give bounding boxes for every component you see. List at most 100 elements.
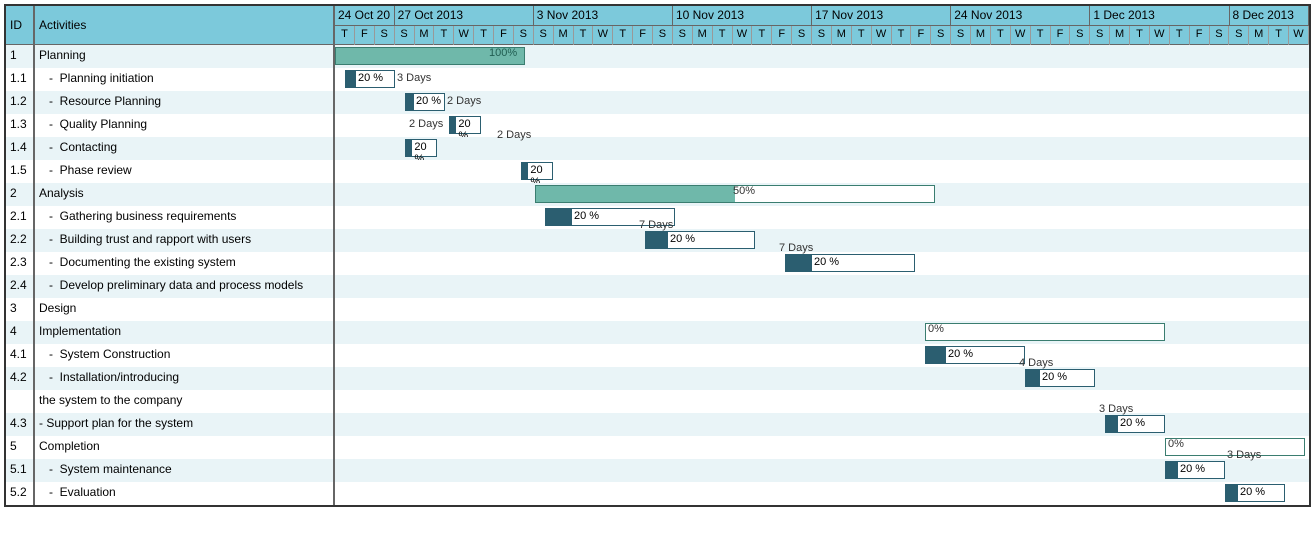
day-label: T [335,26,355,45]
day-label: W [733,26,753,45]
chart-area: 50% [335,183,1309,206]
day-label: T [1170,26,1190,45]
row-activity: - Phase review [35,160,335,183]
row-activity: the system to the company [35,390,335,413]
task-progress-fill [1226,485,1238,501]
chart-area: 100% [335,45,1309,68]
week-label: 8 Dec 2013 [1230,6,1310,25]
day-label: S [673,26,693,45]
day-label: F [494,26,514,45]
day-label: S [375,26,395,45]
task-bar: 20 % [1025,369,1095,387]
task-progress-fill [406,94,414,110]
row-activity: - Evaluation [35,482,335,505]
day-label: W [593,26,613,45]
day-label: W [1150,26,1170,45]
day-label: W [454,26,474,45]
day-label: T [613,26,633,45]
gantt-row: 1Planning 100% [6,45,1309,68]
task-duration-label: 7 Days [639,219,673,231]
day-label: S [951,26,971,45]
week-label: 24 Nov 2013 [951,6,1090,25]
row-activity: - Resource Planning [35,91,335,114]
day-label: S [395,26,415,45]
row-id: 1 [6,45,35,68]
chart-area: 20 %2 Days [335,91,1309,114]
task-duration-label: 2 Days [409,118,443,130]
task-bar: 20 % [645,231,755,249]
day-label: M [971,26,991,45]
chart-area: 0% [335,436,1309,459]
row-id: 5.2 [6,482,35,505]
task-pct: 20 % [1120,417,1145,429]
row-id: 5.1 [6,459,35,482]
gantt-row: 1.1 - Planning initiation20 %3 Days [6,68,1309,91]
day-label: T [991,26,1011,45]
day-label: F [355,26,375,45]
task-duration-label: 2 Days [447,95,481,107]
chart-area: 20 % 2 Days [335,114,1309,137]
row-id: 1.2 [6,91,35,114]
chart-area [335,275,1309,298]
day-label: F [633,26,653,45]
day-label: T [474,26,494,45]
day-label: T [1130,26,1150,45]
task-progress-fill [1106,416,1118,432]
day-label: S [653,26,673,45]
task-bar: 20 % [345,70,395,88]
chart-area: 20 %2 Days [335,137,1309,160]
day-label: T [574,26,594,45]
day-label: T [892,26,912,45]
row-activity: - Gathering business requirements [35,206,335,229]
row-activity: - System Construction [35,344,335,367]
summary-pct: 0% [928,323,944,335]
day-label: F [772,26,792,45]
day-label: T [434,26,454,45]
gantt-row: 5.2 - Evaluation 20 % [6,482,1309,505]
gantt-row: 1.5 - Phase review20 % [6,160,1309,183]
row-id: 4.3 [6,413,35,436]
chart-area [335,298,1309,321]
chart-area: 20 % [335,482,1309,505]
day-label: F [911,26,931,45]
task-bar: 20 % [1165,461,1225,479]
gantt-row: 2.2 - Building trust and rapport with us… [6,229,1309,252]
summary-pct: 100% [489,47,517,59]
day-label: T [1269,26,1289,45]
day-label: M [415,26,435,45]
row-activity: Planning [35,45,335,68]
week-row: 24 Oct 2027 Oct 20133 Nov 201310 Nov 201… [335,6,1309,25]
row-id: 1.1 [6,68,35,91]
day-label: W [1289,26,1309,45]
chart-area: 20 %7 Days [335,229,1309,252]
gantt-row: 5Completion0% [6,436,1309,459]
row-id: 4.1 [6,344,35,367]
gantt-row: 2.3 - Documenting the existing system20 … [6,252,1309,275]
task-pct: 20 % [358,72,383,84]
task-bar: 20 % [449,116,481,134]
row-activity: Analysis [35,183,335,206]
task-duration-label: 3 Days [1099,403,1133,415]
gantt-row: 4.2 - Installation/introducing20 %4 Days [6,367,1309,390]
row-id: 4 [6,321,35,344]
summary-pct: 50% [733,185,755,197]
summary-pct: 0% [1168,438,1184,450]
task-progress-fill [1166,462,1178,478]
task-pct: 20 % [948,348,973,360]
day-label: M [1110,26,1130,45]
row-activity: - System maintenance [35,459,335,482]
day-label: F [1051,26,1071,45]
row-activity: - Quality Planning [35,114,335,137]
task-progress-fill [546,209,572,225]
week-label: 17 Nov 2013 [812,6,951,25]
task-progress-fill [1026,370,1040,386]
row-id: 2.1 [6,206,35,229]
row-activity: Implementation [35,321,335,344]
task-pct: 20 % [1240,486,1265,498]
row-id: 2.4 [6,275,35,298]
day-label: T [852,26,872,45]
day-label: S [514,26,534,45]
gantt-row: 5.1 - System maintenance20 %3 Days [6,459,1309,482]
task-progress-fill [786,255,812,271]
day-label: S [534,26,554,45]
